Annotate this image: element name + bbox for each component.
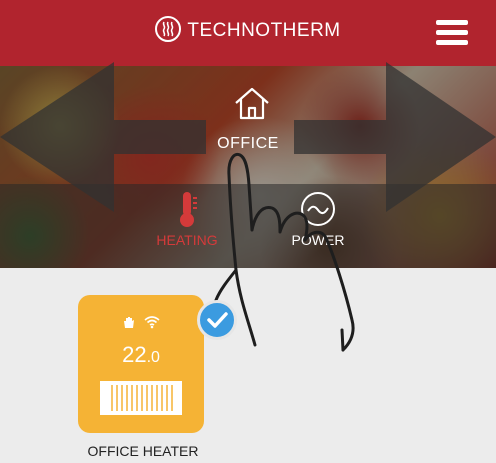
- checkmark-icon: [207, 312, 228, 328]
- brand-name: TECHNOTHERM: [187, 20, 341, 42]
- home-icon[interactable]: [232, 84, 272, 124]
- hand-manual-icon: [123, 316, 134, 328]
- temp-decimal: .0: [146, 349, 160, 366]
- tab-heating-label: HEATING: [156, 232, 218, 248]
- device-status-icons: [78, 313, 204, 331]
- tab-power[interactable]: POWER: [278, 190, 358, 248]
- device-temperature: 22.0: [78, 342, 204, 368]
- heater-icon: [100, 381, 182, 415]
- device-name: OFFICE HEATER: [87, 443, 199, 459]
- brand: TECHNOTHERM: [0, 16, 496, 44]
- zone-name: OFFICE: [217, 135, 279, 152]
- temp-whole: 22: [122, 342, 147, 367]
- thermometer-icon: [180, 192, 197, 227]
- hamburger-menu-icon[interactable]: [436, 20, 468, 46]
- tab-heating[interactable]: HEATING: [148, 190, 226, 248]
- wifi-icon: [144, 315, 160, 329]
- heat-waves-icon: [155, 16, 182, 42]
- device-card[interactable]: 22.0: [78, 295, 204, 433]
- app-header: TECHNOTHERM: [0, 0, 496, 66]
- tab-power-label: POWER: [291, 232, 345, 248]
- selected-check-badge[interactable]: [197, 300, 237, 340]
- power-meter-icon: [301, 192, 335, 226]
